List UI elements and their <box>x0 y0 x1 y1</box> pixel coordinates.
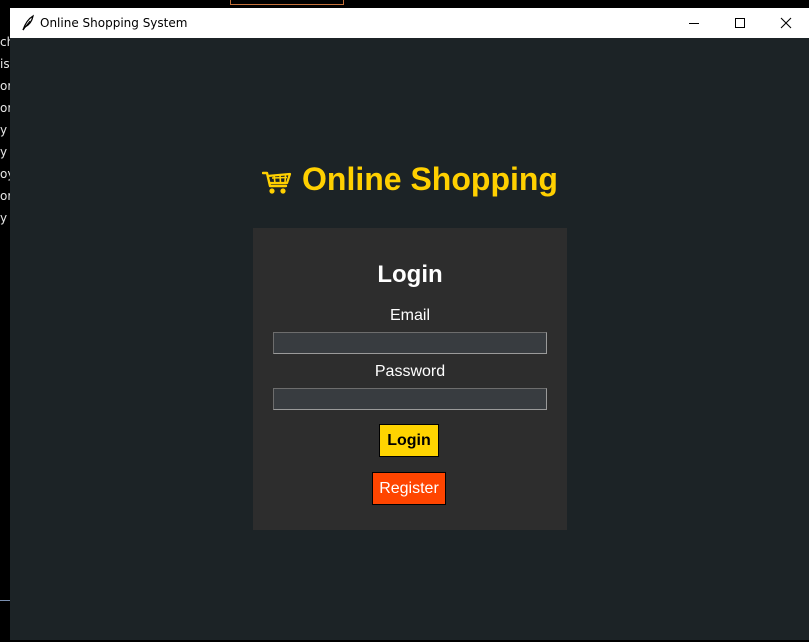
maximize-icon <box>735 18 745 28</box>
main-content: Online Shopping Login Email Password Log… <box>10 38 809 640</box>
window-title: Online Shopping System <box>40 16 188 30</box>
close-button[interactable] <box>763 8 809 38</box>
email-label: Email <box>389 307 430 324</box>
login-heading: Login <box>377 261 443 288</box>
background-text: y <box>0 211 8 225</box>
background-divider <box>0 600 10 601</box>
shopping-cart-icon <box>262 171 292 194</box>
minimize-icon <box>689 23 699 24</box>
feather-icon <box>22 14 34 31</box>
register-button[interactable]: Register <box>372 472 446 505</box>
login-button[interactable]: Login <box>379 424 439 457</box>
app-window: Online Shopping System Online Shopping L… <box>10 8 809 640</box>
maximize-button[interactable] <box>717 8 763 38</box>
app-title: Online Shopping <box>302 160 558 197</box>
brand-header: Online Shopping <box>262 159 558 199</box>
minimize-button[interactable] <box>671 8 717 38</box>
password-field[interactable] <box>273 388 547 410</box>
close-icon <box>780 17 792 29</box>
background-window-edge: ch ist ori ory y y oy or y <box>0 0 19 642</box>
email-field[interactable] <box>273 332 547 354</box>
title-bar[interactable]: Online Shopping System <box>10 8 809 38</box>
login-panel: Login Email Password Login Register <box>253 228 567 530</box>
background-tab <box>230 0 344 5</box>
background-text: y <box>0 123 8 137</box>
background-text: y <box>0 145 8 159</box>
password-label: Password <box>374 363 446 380</box>
